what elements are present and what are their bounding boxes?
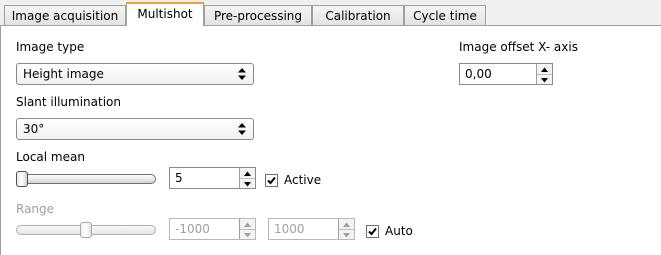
tab-multishot[interactable]: Multishot bbox=[126, 2, 204, 26]
arrow-down-icon bbox=[343, 233, 350, 238]
arrow-down-icon bbox=[541, 78, 548, 83]
slant-illumination-label: Slant illumination bbox=[16, 95, 122, 109]
range-slider bbox=[16, 222, 156, 238]
range-min-value: -1000 bbox=[175, 222, 210, 236]
range-slider-handle bbox=[80, 222, 92, 238]
local-mean-spinbox[interactable]: 5 bbox=[169, 167, 256, 189]
tab-cycle-time[interactable]: Cycle time bbox=[404, 5, 486, 25]
image-offset-x-value: 0,00 bbox=[465, 67, 492, 81]
tab-pre-processing[interactable]: Pre-processing bbox=[204, 5, 312, 25]
checkmark-icon bbox=[368, 227, 377, 236]
slant-illumination-value: 30° bbox=[23, 122, 45, 136]
local-mean-decrement-button[interactable] bbox=[240, 178, 255, 188]
image-offset-x-label: Image offset X- axis bbox=[459, 40, 578, 54]
slant-illumination-dropdown[interactable]: 30° bbox=[16, 118, 254, 140]
range-max-value: 1000 bbox=[274, 222, 305, 236]
arrow-down-icon bbox=[244, 233, 251, 238]
image-offset-x-decrement-button[interactable] bbox=[537, 74, 552, 84]
local-mean-slider[interactable] bbox=[16, 171, 156, 187]
tab-bar: Image acquisition Multishot Pre-processi… bbox=[0, 0, 661, 26]
multishot-panel: Image type Height image Slant illuminati… bbox=[0, 26, 661, 255]
image-type-label: Image type bbox=[16, 40, 85, 54]
local-mean-value: 5 bbox=[175, 171, 183, 185]
local-mean-slider-track bbox=[16, 174, 156, 184]
auto-checkbox[interactable] bbox=[366, 225, 379, 238]
tab-calibration[interactable]: Calibration bbox=[312, 5, 404, 25]
local-mean-spin-buttons bbox=[239, 168, 255, 188]
active-checkbox[interactable] bbox=[265, 174, 278, 187]
image-offset-x-spinbox[interactable]: 0,00 bbox=[459, 63, 553, 85]
tab-image-acquisition[interactable]: Image acquisition bbox=[4, 5, 126, 25]
checkmark-icon bbox=[267, 176, 276, 185]
image-offset-x-spin-buttons bbox=[536, 64, 552, 84]
updown-arrows-icon bbox=[238, 68, 246, 80]
range-max-spin-buttons bbox=[338, 219, 354, 239]
active-checkbox-label[interactable]: Active bbox=[284, 173, 321, 187]
range-max-decrement-button bbox=[339, 229, 354, 239]
local-mean-label: Local mean bbox=[16, 150, 85, 164]
image-type-value: Height image bbox=[23, 67, 104, 81]
arrow-down-icon bbox=[244, 182, 251, 187]
range-min-decrement-button bbox=[240, 229, 255, 239]
range-min-spin-buttons bbox=[239, 219, 255, 239]
range-label: Range bbox=[16, 202, 55, 216]
range-min-spinbox: -1000 bbox=[169, 218, 256, 240]
auto-checkbox-label[interactable]: Auto bbox=[385, 224, 413, 238]
local-mean-slider-handle[interactable] bbox=[16, 171, 28, 187]
updown-arrows-icon bbox=[238, 123, 246, 135]
range-max-spinbox: 1000 bbox=[268, 218, 355, 240]
image-type-dropdown[interactable]: Height image bbox=[16, 63, 254, 85]
